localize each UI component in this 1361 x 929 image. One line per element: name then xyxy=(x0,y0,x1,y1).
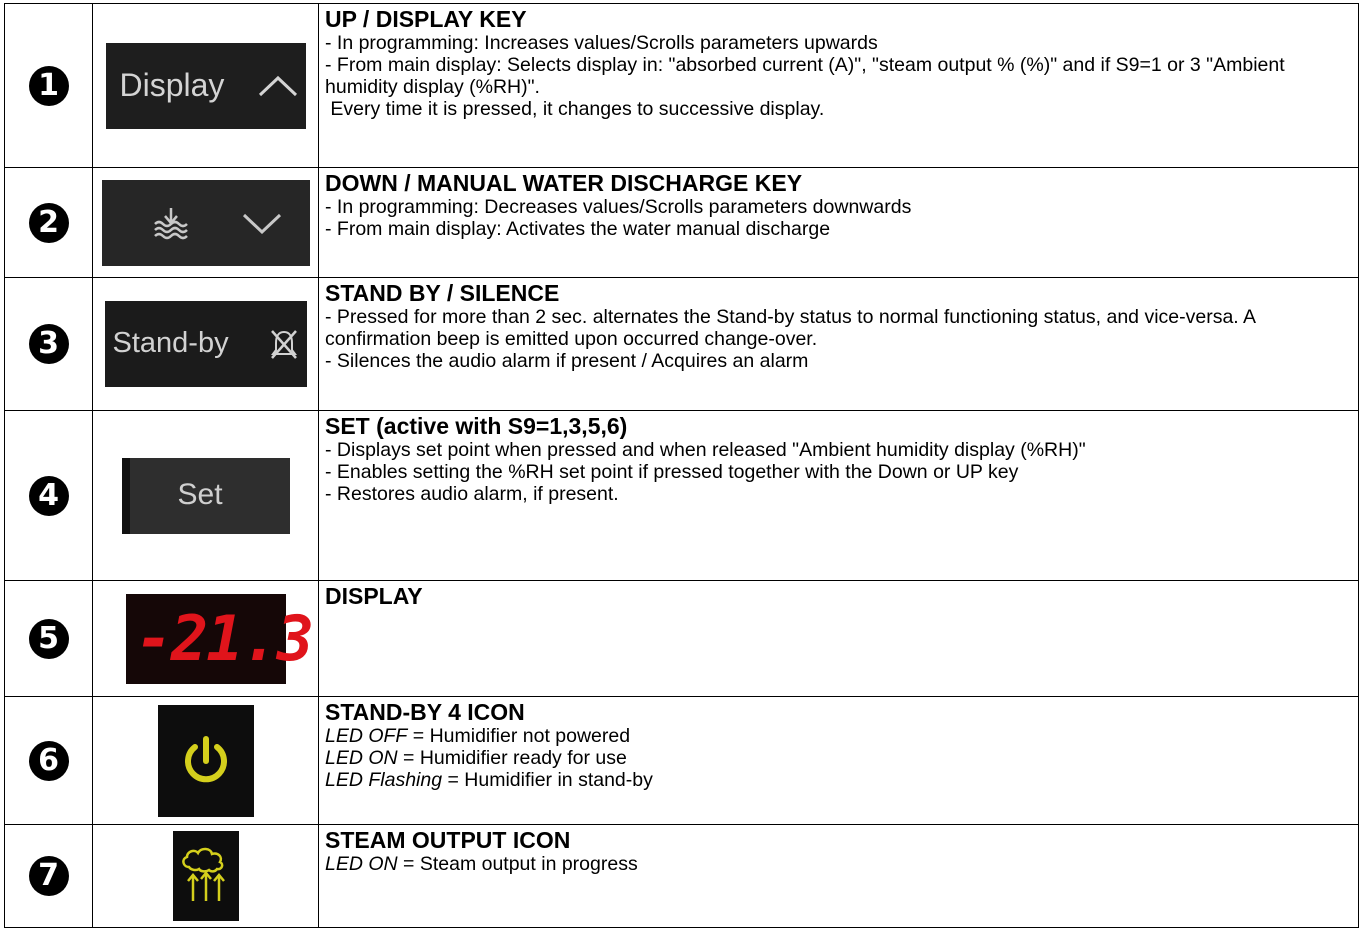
description-line: - Silences the audio alarm if present / … xyxy=(325,350,809,372)
standby-silence-key-image: Stand-by xyxy=(104,301,307,387)
led-status-line: LED Flashing = Humidifier in stand-by xyxy=(325,769,1352,791)
key-row-standby-silence: 3 Stand-by STAND BY / SILENCE - Pressed … xyxy=(4,277,1359,411)
led-state-text: = Humidifier not powered xyxy=(407,725,631,747)
steam-icon-image xyxy=(172,831,239,921)
steam-output-icon xyxy=(181,847,225,901)
led-state-label: LED Flashing xyxy=(325,769,443,791)
led-status-line: LED ON = Steam output in progress xyxy=(325,853,1352,875)
row-title: STEAM OUTPUT ICON xyxy=(325,827,571,853)
led-state-label: LED OFF xyxy=(325,725,408,747)
row-title: UP / DISPLAY KEY xyxy=(325,6,527,32)
key-row-down-discharge: 2 DOWN / MANUAL WATER DISCHARGE KEY - In… xyxy=(4,167,1359,278)
keys-table: 1 Display UP / DISPLAY KEY - In programm… xyxy=(4,3,1359,928)
row-title: DOWN / MANUAL WATER DISCHARGE KEY xyxy=(325,170,803,196)
row-number-badge: 2 xyxy=(28,202,69,243)
down-discharge-key-image xyxy=(101,179,310,266)
led-state-label: LED ON xyxy=(325,853,398,875)
description-line: Every time it is pressed, it changes to … xyxy=(325,98,825,120)
description-line: - In programming: Decreases values/Scrol… xyxy=(325,196,912,218)
set-key-image: Set xyxy=(121,457,290,534)
description-line: - Restores audio alarm, if present. xyxy=(325,483,619,505)
key-row-set: 4 Set SET (active with S9=1,3,5,6) - Dis… xyxy=(4,410,1359,581)
led-state-text: = Steam output in progress xyxy=(397,853,638,875)
chevron-up-icon xyxy=(258,75,297,96)
key-row-standby-icon: 6 STAND-BY 4 ICON LED OFF = Humidifier n… xyxy=(4,696,1359,825)
description-line: - From main display: Activates the water… xyxy=(325,218,831,240)
display-reading: -21.3 xyxy=(135,601,315,675)
description-line: - Pressed for more than 2 sec. alternate… xyxy=(325,306,1255,350)
key-row-display: 5 -21.3 DISPLAY xyxy=(4,580,1359,697)
power-icon-image xyxy=(157,704,254,817)
description-line: - From main display: Selects display in:… xyxy=(325,54,1285,98)
row-number-badge: 1 xyxy=(28,65,69,106)
up-display-key-image: Display xyxy=(105,42,306,129)
key-label: Stand-by xyxy=(112,327,229,359)
key-label: Display xyxy=(119,66,225,103)
power-icon xyxy=(184,735,227,782)
chevron-down-icon xyxy=(242,213,281,234)
led-status-line: LED ON = Humidifier ready for use xyxy=(325,747,1352,769)
alarm-silence-icon xyxy=(270,330,297,359)
row-number-badge: 4 xyxy=(28,475,69,516)
row-number-badge: 7 xyxy=(28,856,69,896)
key-label: Set xyxy=(177,477,223,511)
led-display-image: -21.3 xyxy=(125,593,314,684)
row-title: STAND BY / SILENCE xyxy=(325,280,560,306)
description-line: - Enables setting the %RH set point if p… xyxy=(325,461,1019,483)
water-discharge-icon xyxy=(153,207,188,239)
row-number-badge: 5 xyxy=(28,618,69,659)
row-title: STAND-BY 4 ICON xyxy=(325,699,525,725)
led-state-text: = Humidifier ready for use xyxy=(397,747,627,769)
description-line: - In programming: Increases values/Scrol… xyxy=(325,32,878,54)
description-line: - Displays set point when pressed and wh… xyxy=(325,439,1086,461)
row-title: DISPLAY xyxy=(325,583,423,609)
key-row-steam-output: 7 STEAM OUTPUT ICON LED ON = Steam outpu… xyxy=(4,824,1359,928)
row-title: SET (active with S9=1,3,5,6) xyxy=(325,413,628,439)
key-row-up-display: 1 Display UP / DISPLAY KEY - In programm… xyxy=(4,3,1359,168)
led-state-text: = Humidifier in stand-by xyxy=(442,769,653,791)
led-status-line: LED OFF = Humidifier not powered xyxy=(325,725,1352,747)
led-state-label: LED ON xyxy=(325,747,398,769)
row-number-badge: 6 xyxy=(28,740,69,781)
row-number-badge: 3 xyxy=(28,324,69,364)
